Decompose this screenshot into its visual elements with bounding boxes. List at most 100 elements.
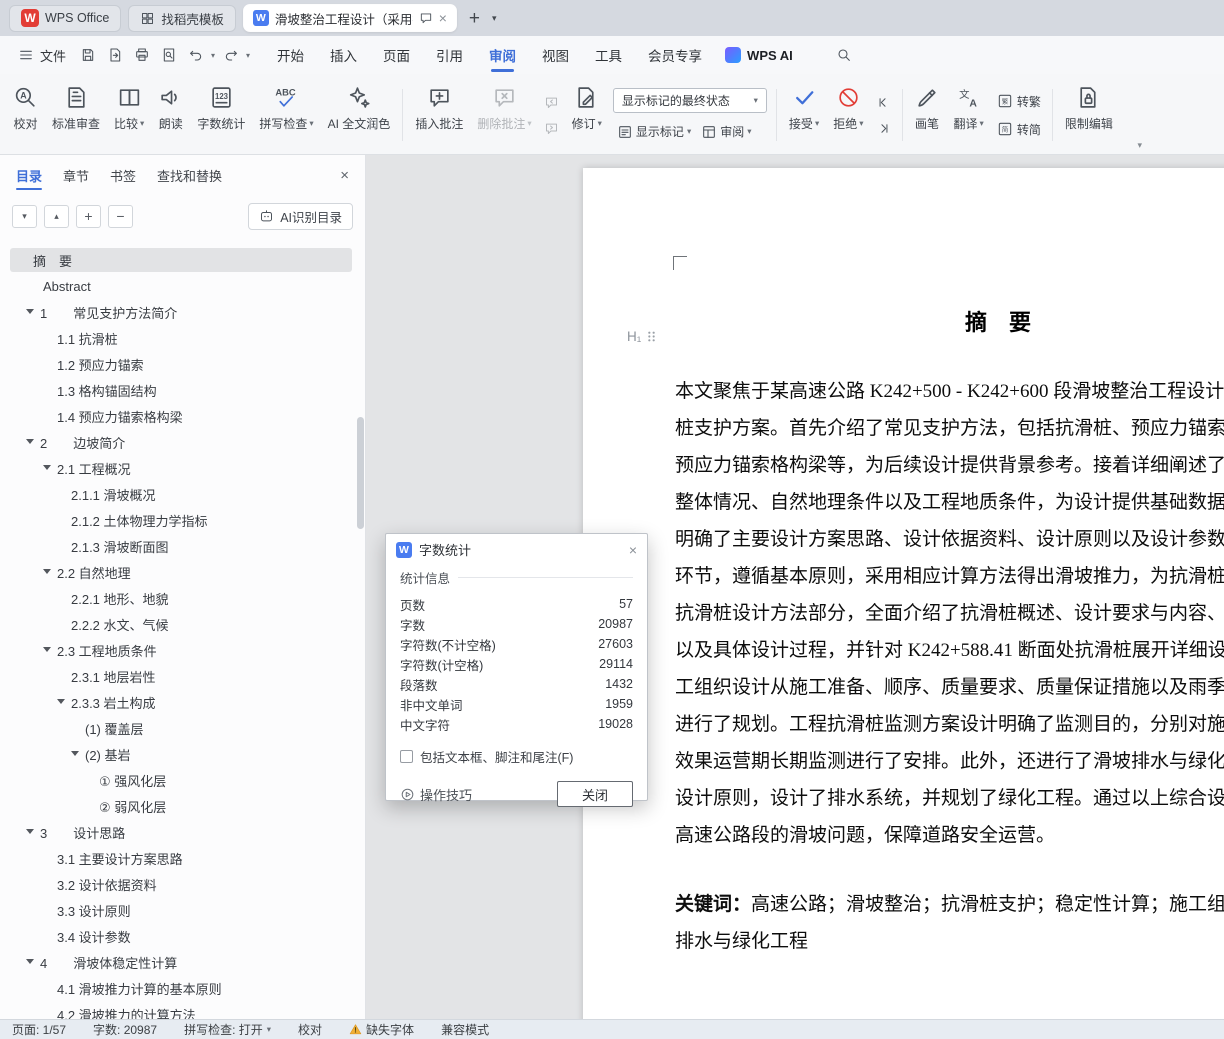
ribbon-collapse-icon[interactable]: ▾ (1137, 140, 1142, 151)
ribbon-button[interactable]: A 校对 (6, 79, 45, 151)
quick-access-button[interactable] (101, 43, 128, 67)
toc-item[interactable]: 摘 要 (0, 247, 356, 273)
menu-item[interactable]: 工具 (582, 36, 635, 74)
expand-triangle-icon[interactable] (43, 569, 51, 574)
expand-triangle-icon[interactable] (43, 647, 51, 652)
toc-item[interactable]: 2.2 自然地理 (0, 559, 356, 585)
menu-item[interactable]: 插入 (317, 36, 370, 74)
toc-item[interactable]: 1.4 预应力锚索格构梁 (0, 403, 356, 429)
sidebar-tab[interactable]: 查找和替换 (157, 155, 222, 195)
dialog-titlebar[interactable]: W 字数统计 × (386, 534, 647, 565)
ribbon-mini-button[interactable] (874, 120, 894, 137)
toc-item[interactable]: 4 滑坡体稳定性计算 (0, 949, 356, 975)
expand-triangle-icon[interactable] (26, 959, 34, 964)
undo-button[interactable] (182, 43, 209, 67)
toc-item[interactable]: 3.3 设计原则 (0, 897, 356, 923)
document-tab[interactable]: W 滑坡整治工程设计（采用抗滑 × (242, 4, 457, 32)
ribbon-mini-button[interactable] (542, 120, 562, 137)
sidebar-scrollbar[interactable] (357, 417, 364, 529)
proofing-indicator[interactable]: 校对 (298, 1021, 322, 1038)
convert-button[interactable]: 繁 转繁 (994, 92, 1044, 111)
menu-item[interactable]: 审阅 (476, 36, 529, 74)
file-menu-button[interactable]: 文件 (10, 46, 74, 65)
sidebar-tab[interactable]: 目录 (16, 155, 43, 195)
dialog-close-button[interactable]: 关闭 (557, 781, 633, 807)
expand-triangle-icon[interactable] (43, 465, 51, 470)
ribbon-button[interactable]: 标准审查 (45, 79, 107, 151)
toc-item[interactable]: 2.3 工程地质条件 (0, 637, 356, 663)
ribbon-small-button[interactable]: 显示标记 ▾ (613, 121, 695, 142)
convert-button[interactable]: 简 转简 (994, 120, 1044, 139)
toc-item[interactable]: 2 边坡简介 (0, 429, 356, 455)
redo-button[interactable] (217, 43, 244, 67)
toc-item[interactable]: 1.1 抗滑桩 (0, 325, 356, 351)
docer-template-tab[interactable]: 找稻壳模板 (128, 4, 236, 32)
toc-item[interactable]: 2.1.3 滑坡断面图 (0, 533, 356, 559)
sidebar-close-icon[interactable]: × (340, 167, 349, 184)
ribbon-button[interactable]: 限制编辑 (1058, 79, 1120, 151)
menu-item[interactable]: 开始 (264, 36, 317, 74)
collapse-all-button[interactable]: ▾ (12, 204, 37, 228)
ribbon-button[interactable]: 拒绝 ▾ (826, 79, 870, 151)
quick-access-button[interactable] (74, 43, 101, 67)
ribbon-button[interactable]: 接受 ▾ (782, 79, 826, 151)
toc-item[interactable]: 2.1 工程概况 (0, 455, 356, 481)
toc-item[interactable]: 1.3 格构锚固结构 (0, 377, 356, 403)
toc-item[interactable]: 2.3.3 岩土构成 (0, 689, 356, 715)
ribbon-button[interactable]: 朗读 (151, 79, 190, 151)
spellcheck-indicator[interactable]: 拼写检查: 打开 ▾ (184, 1021, 271, 1038)
track-changes-button[interactable]: 修订 ▾ (565, 79, 609, 151)
toc-item[interactable]: 3.2 设计依据资料 (0, 871, 356, 897)
undo-caret-icon[interactable]: ▾ (209, 51, 217, 60)
toc-item[interactable]: (1) 覆盖层 (0, 715, 356, 741)
expand-triangle-icon[interactable] (26, 439, 34, 444)
toc-item[interactable]: 4.1 滑坡推力计算的基本原则 (0, 975, 356, 1001)
ribbon-button[interactable]: 删除批注 ▾ (470, 79, 538, 151)
ribbon-button[interactable]: ABC 拼写检查 ▾ (252, 79, 320, 151)
redo-caret-icon[interactable]: ▾ (244, 51, 252, 60)
menu-item[interactable]: 视图 (529, 36, 582, 74)
tips-link[interactable]: 操作技巧 (400, 785, 472, 804)
zoom-out-toc-button[interactable]: − (108, 204, 133, 228)
expand-triangle-icon[interactable] (26, 829, 34, 834)
ribbon-button[interactable]: 比较 ▾ (107, 79, 151, 151)
ribbon-mini-button[interactable] (542, 94, 562, 111)
dialog-close-icon[interactable]: × (629, 542, 637, 558)
toc-item[interactable]: 2.3.1 地层岩性 (0, 663, 356, 689)
missing-font-warning[interactable]: 缺失字体 (349, 1021, 414, 1038)
ribbon-button[interactable]: 文A 翻译 ▾ (947, 79, 991, 151)
compat-mode-indicator[interactable]: 兼容模式 (441, 1021, 489, 1038)
toc-item[interactable]: Abstract (0, 273, 356, 299)
page-indicator[interactable]: 页面: 1/57 (12, 1021, 66, 1038)
toc-item[interactable]: ① 强风化层 (0, 767, 356, 793)
ribbon-button[interactable]: 123 字数统计 (190, 79, 252, 151)
sidebar-tab[interactable]: 章节 (63, 155, 89, 195)
search-button[interactable] (831, 43, 857, 67)
expand-triangle-icon[interactable] (26, 309, 34, 314)
toc-item[interactable]: 2.1.2 土体物理力学指标 (0, 507, 356, 533)
toc-item[interactable]: 2.2.1 地形、地貌 (0, 585, 356, 611)
word-count-indicator[interactable]: 字数: 20987 (93, 1021, 157, 1038)
toc-item[interactable]: 1 常见支护方法简介 (0, 299, 356, 325)
ribbon-small-button[interactable]: 审阅 ▾ (697, 121, 755, 142)
menu-item[interactable]: 页面 (370, 36, 423, 74)
toc-item[interactable]: 3.1 主要设计方案思路 (0, 845, 356, 871)
expand-all-button[interactable]: ▴ (44, 204, 69, 228)
include-textbox-checkbox[interactable]: 包括文本框、脚注和尾注(F) (400, 747, 633, 766)
tab-list-caret-icon[interactable]: ▾ (492, 13, 497, 24)
quick-access-button[interactable] (128, 43, 155, 67)
toc-item[interactable]: ② 弱风化层 (0, 793, 356, 819)
ribbon-button[interactable]: 画笔 (908, 79, 947, 151)
ribbon-button[interactable]: 插入批注 (408, 79, 470, 151)
sidebar-tab[interactable]: 书签 (110, 155, 136, 195)
toc-item[interactable]: 1.2 预应力锚索 (0, 351, 356, 377)
wps-home-tab[interactable]: W WPS Office (9, 4, 122, 32)
menu-item[interactable]: 会员专享 (635, 36, 715, 74)
menu-item[interactable]: 引用 (423, 36, 476, 74)
markup-state-combobox[interactable]: 显示标记的最终状态 ▾ (612, 88, 767, 113)
ai-detect-toc-button[interactable]: AI识别目录 (248, 202, 353, 230)
new-tab-button[interactable]: + (464, 9, 485, 28)
toc-item[interactable]: (2) 基岩 (0, 741, 356, 767)
checkbox-icon[interactable] (400, 750, 413, 763)
document-page[interactable]: H₁ 摘 要 本文聚焦于某高速公路 K242+500 - K242+600 段滑… (583, 168, 1224, 1019)
